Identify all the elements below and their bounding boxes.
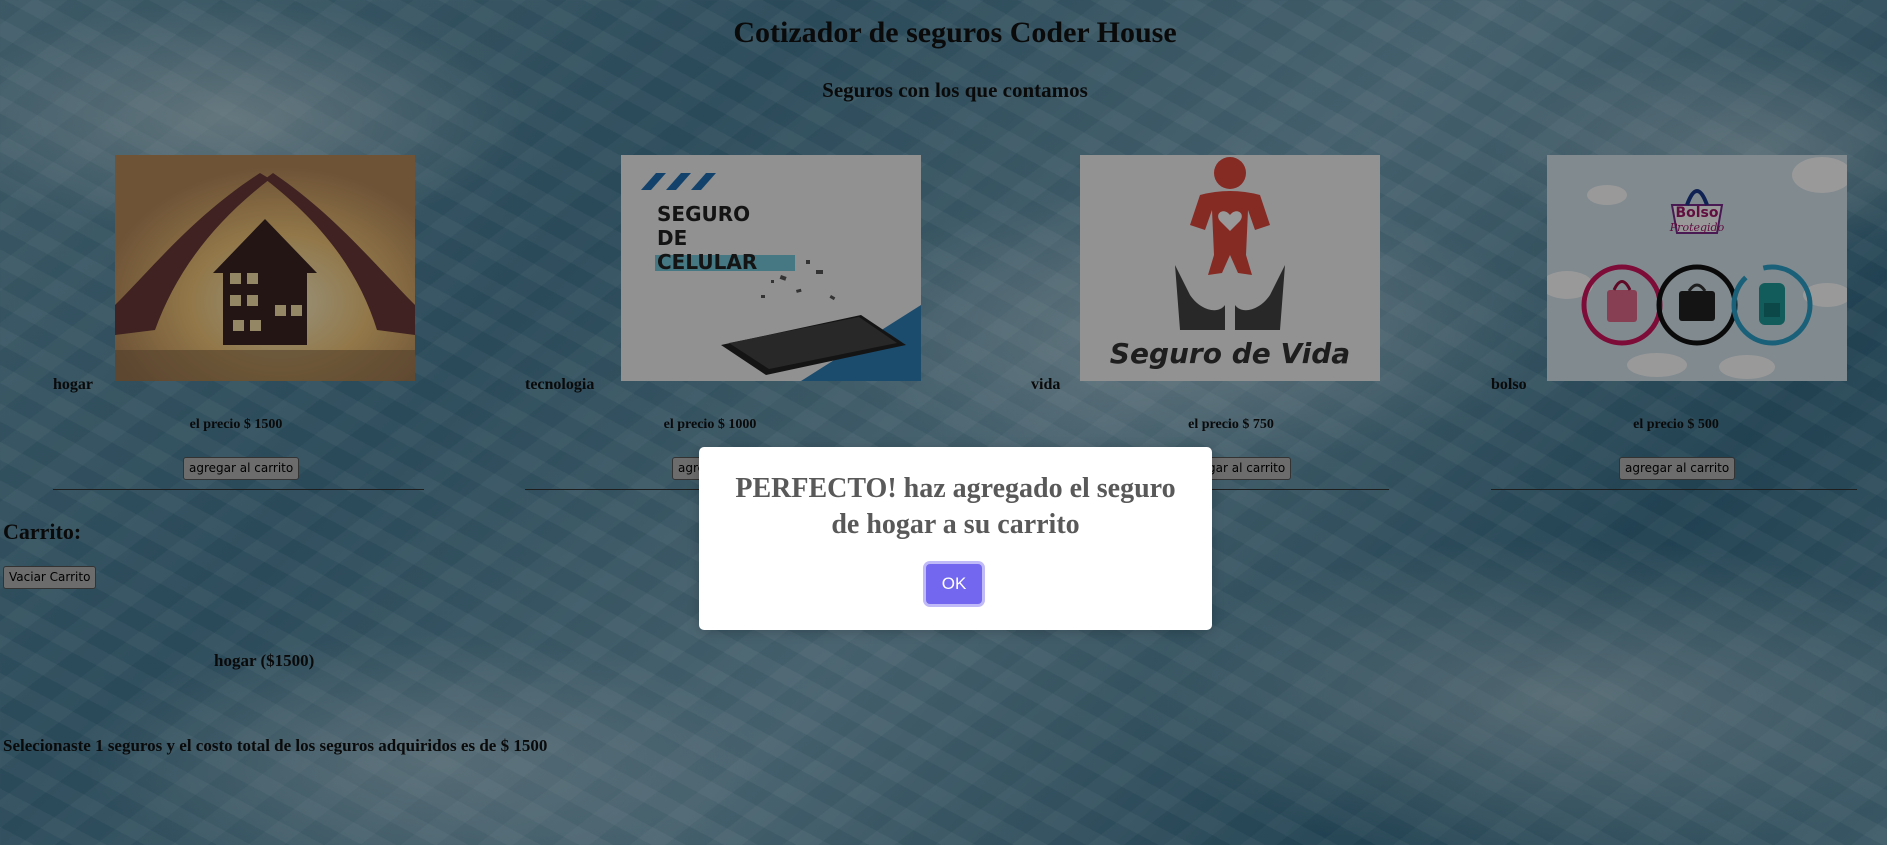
modal-overlay bbox=[0, 0, 1887, 845]
ok-button[interactable]: OK bbox=[926, 564, 982, 604]
dialog-message: PERFECTO! haz agregado el seguro de hoga… bbox=[735, 473, 1176, 540]
confirmation-dialog: PERFECTO! haz agregado el seguro de hoga… bbox=[699, 447, 1212, 630]
